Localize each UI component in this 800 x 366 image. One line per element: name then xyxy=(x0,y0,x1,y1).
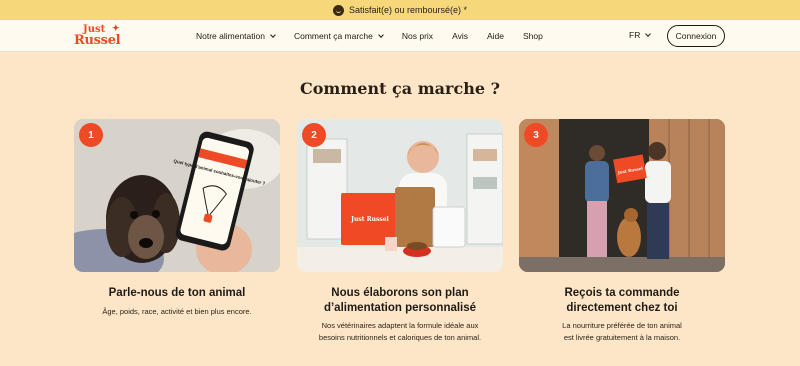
login-button-label: Connexion xyxy=(675,31,717,41)
step-2-title-line1: Nous élaborons son plan xyxy=(331,287,469,299)
language-selector[interactable]: FR xyxy=(629,30,652,40)
nav-item-label: Notre alimentation xyxy=(196,31,265,41)
delivery-illustration: Just Russel xyxy=(519,119,725,272)
nav-menu: Notre alimentation Comment ça marche Nos… xyxy=(196,20,562,52)
chevron-down-icon xyxy=(270,31,276,38)
box-brand-text: Just Russel xyxy=(350,216,389,223)
nav-item-label: Aide xyxy=(486,31,504,41)
step-1-image: Quel type d'animal souhaites-vous ajoute… xyxy=(74,119,280,272)
step-2-title-line2: d’alimentation personnalisé xyxy=(323,302,477,314)
step-3-description-line2: est livrée gratuitement à la maison. xyxy=(563,333,681,342)
step-2-description: Nos vétérinaires adaptent la formule idé… xyxy=(270,320,530,344)
chevron-down-icon xyxy=(378,31,384,38)
login-button[interactable]: Connexion xyxy=(667,25,725,47)
smile-icon xyxy=(332,4,344,16)
sparkle-icon: ✦ xyxy=(112,24,120,34)
chevron-down-icon xyxy=(645,30,652,37)
nav-item-notre-alimentation[interactable]: Notre alimentation xyxy=(196,31,276,41)
step-number-badge: 3 xyxy=(524,123,548,147)
nav-item-label: Avis xyxy=(452,31,468,41)
step-3-image: Just Russel 3 xyxy=(519,119,725,272)
step-2-image: Just Russel 2 xyxy=(297,119,503,272)
nav-item-aide[interactable]: Aide xyxy=(487,31,504,41)
step-1-description: Âge, poids, race, activité et bien plus … xyxy=(102,307,252,316)
nav-item-label: Shop xyxy=(522,31,543,41)
step-2-description-line1: Nos vétérinaires adaptent la formule idé… xyxy=(321,321,479,330)
vet-with-food-illustration: Just Russel xyxy=(297,119,503,272)
step-3-title: Reçois ta commande directement chez toi xyxy=(492,286,752,316)
step-2-title: Nous élaborons son plan d’alimentation p… xyxy=(270,286,530,316)
nav-item-comment-ca-marche[interactable]: Comment ça marche xyxy=(293,31,384,41)
language-label: FR xyxy=(629,30,641,40)
nav-item-shop[interactable]: Shop xyxy=(523,31,543,41)
step-3-title-line1: Reçois ta commande xyxy=(564,287,680,299)
promo-banner-text: Satisfait(e) ou remboursé(e) * xyxy=(348,5,468,15)
nav-item-avis[interactable]: Avis xyxy=(452,31,468,41)
nav-item-nos-prix[interactable]: Nos prix xyxy=(402,31,433,41)
main-nav: Just Russel ✦ Notre alimentation Comment… xyxy=(0,20,800,52)
logo-line2: Russel xyxy=(74,33,121,48)
step-1-title: Parle-nous de ton animal xyxy=(108,287,246,299)
step-3-description: La nourriture préférée de ton animal est… xyxy=(492,320,752,344)
dog-with-phone-illustration: Quel type d'animal souhaites-vous ajoute… xyxy=(74,119,280,272)
step-3-description-line1: La nourriture préférée de ton animal xyxy=(562,321,682,330)
section-title: Comment ça marche ? xyxy=(300,79,500,98)
nav-item-label: Comment ça marche xyxy=(293,31,373,41)
promo-banner: Satisfait(e) ou remboursé(e) * xyxy=(0,0,800,20)
step-number-badge: 1 xyxy=(79,123,103,147)
step-2-description-line2: besoins nutritionnels et caloriques de t… xyxy=(318,333,482,342)
logo[interactable]: Just Russel ✦ xyxy=(74,24,124,50)
nav-item-label: Nos prix xyxy=(401,31,434,41)
step-number-badge: 2 xyxy=(302,123,326,147)
step-3-title-line2: directement chez toi xyxy=(566,302,678,314)
